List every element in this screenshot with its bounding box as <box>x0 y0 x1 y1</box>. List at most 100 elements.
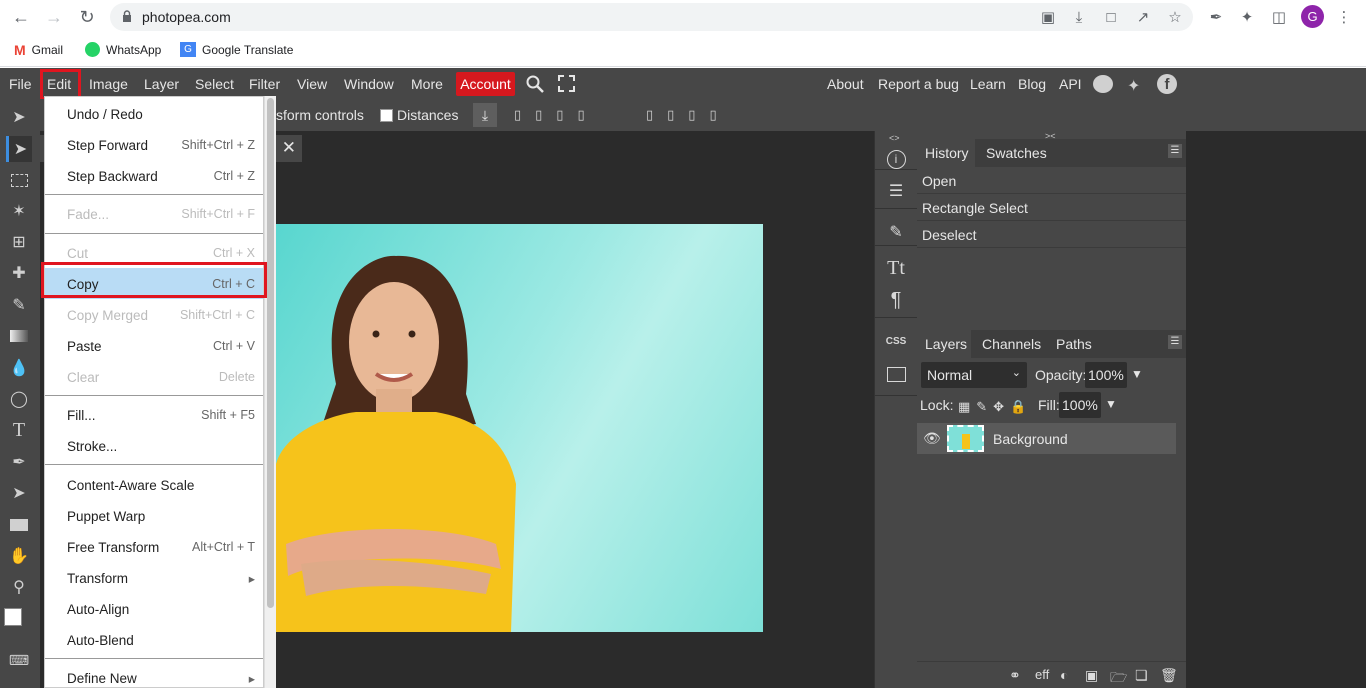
link-learn[interactable]: Learn <box>970 76 1006 92</box>
link-report-bug[interactable]: Report a bug <box>878 76 959 92</box>
brush-settings-icon[interactable]: ✎ <box>879 217 913 247</box>
distances-checkbox[interactable] <box>380 109 393 122</box>
menu-item-content-aware-scale[interactable]: Content-Aware Scale <box>45 469 263 500</box>
menu-item-step-backward[interactable]: Step Backward Ctrl + Z <box>45 160 263 191</box>
pen-tool-icon[interactable]: ✒ <box>6 449 32 475</box>
link-about[interactable]: About <box>827 76 864 92</box>
menu-item-stroke[interactable]: Stroke... <box>45 430 263 461</box>
paragraph-icon[interactable]: ¶ <box>879 285 913 315</box>
effects-icon[interactable]: eff <box>1035 667 1049 682</box>
history-entry[interactable]: Open <box>917 167 1186 194</box>
menu-item-auto-blend[interactable]: Auto-Blend <box>45 624 263 655</box>
menu-select[interactable]: Select <box>195 76 234 92</box>
tab-paths[interactable]: Paths <box>1056 336 1092 352</box>
fill-dropdown-icon[interactable]: ▼ <box>1105 397 1117 411</box>
menu-item-free-transform[interactable]: Free Transform Alt+Ctrl + T <box>45 531 263 562</box>
lock-icons-group[interactable]: ▦✎✥🔒 <box>958 399 1032 415</box>
share-icon[interactable]: ↗ <box>1133 7 1153 27</box>
shape-tool-icon[interactable] <box>6 512 32 538</box>
menu-item-transform[interactable]: Transform ▸ <box>45 562 263 593</box>
hand-tool-icon[interactable]: ✋ <box>6 543 32 569</box>
download-align-icon[interactable]: ⤓ <box>473 103 497 127</box>
menu-item-undo-redo[interactable]: Undo / Redo <box>45 98 263 129</box>
blur-tool-icon[interactable]: 💧 <box>6 355 32 381</box>
menu-item-puppet-warp[interactable]: Puppet Warp <box>45 500 263 531</box>
history-entry[interactable]: Rectangle Select <box>917 194 1186 221</box>
bookmark-gmail[interactable]: M Gmail <box>14 42 63 58</box>
history-entry[interactable]: Deselect <box>917 221 1186 248</box>
page-icon[interactable]: □ <box>1101 7 1121 27</box>
back-icon[interactable]: ← <box>10 6 32 28</box>
twitter-icon[interactable]: ✦ <box>1127 76 1140 96</box>
opacity-input[interactable]: 100% <box>1085 362 1127 388</box>
tab-layers[interactable]: Layers <box>925 336 967 352</box>
menu-window[interactable]: Window <box>344 76 394 92</box>
select-tool-icon[interactable]: ➤ <box>6 136 32 162</box>
link-api[interactable]: API <box>1059 76 1082 92</box>
eyedropper-ext-icon[interactable]: ✒ <box>1206 7 1226 27</box>
bookmark-whatsapp[interactable]: WhatsApp <box>85 42 161 57</box>
menu-scrollbar[interactable] <box>264 96 276 688</box>
bookmark-translate[interactable]: G Google Translate <box>180 42 293 57</box>
magic-wand-icon[interactable]: ✶ <box>6 198 32 224</box>
account-button[interactable]: Account <box>456 72 515 96</box>
link-layers-icon[interactable]: ⚭ <box>1009 667 1021 684</box>
blend-mode-select[interactable]: Normal ⌄ <box>921 362 1027 388</box>
menu-image[interactable]: Image <box>89 76 128 92</box>
menu-item-paste[interactable]: Paste Ctrl + V <box>45 330 263 361</box>
fullscreen-icon[interactable] <box>558 75 575 92</box>
image-icon[interactable] <box>879 359 913 389</box>
chrome-menu-icon[interactable]: ⋮ <box>1334 7 1354 27</box>
menu-file[interactable]: File <box>9 76 32 92</box>
menu-item-auto-align[interactable]: Auto-Align <box>45 593 263 624</box>
css-icon[interactable]: CSS <box>879 326 913 356</box>
extensions-icon[interactable]: ✦ <box>1237 7 1257 27</box>
tab-history[interactable]: History <box>925 145 969 161</box>
move-tool-icon[interactable]: ➤ <box>6 104 32 130</box>
foreground-color-swatch[interactable] <box>4 608 22 626</box>
adjustment-layer-icon[interactable]: ◐ <box>1060 667 1068 683</box>
menu-more[interactable]: More <box>411 76 443 92</box>
bookmark-star-icon[interactable]: ☆ <box>1165 7 1185 27</box>
marquee-tool-icon[interactable] <box>6 167 32 193</box>
healing-tool-icon[interactable]: ✚ <box>6 260 32 286</box>
new-layer-icon[interactable]: ❏ <box>1135 667 1148 684</box>
layer-name[interactable]: Background <box>993 431 1068 447</box>
tab-channels[interactable]: Channels <box>982 336 1041 352</box>
brush-tool-icon[interactable]: ✎ <box>6 292 32 318</box>
link-blog[interactable]: Blog <box>1018 76 1046 92</box>
menu-view[interactable]: View <box>297 76 327 92</box>
folder-icon[interactable]: 🗁 <box>1110 667 1127 691</box>
menu-filter[interactable]: Filter <box>249 76 280 92</box>
close-tab-icon[interactable]: ✕ <box>282 138 296 158</box>
opacity-dropdown-icon[interactable]: ▼ <box>1131 367 1143 381</box>
align-icons-group[interactable]: ▯▯▯▯ <box>514 107 599 123</box>
text-tool-icon[interactable]: T <box>6 417 32 443</box>
eye-visibility-icon[interactable]: 👁 <box>923 430 941 447</box>
screenshot-icon[interactable]: ▣ <box>1038 7 1058 27</box>
dodge-tool-icon[interactable]: ◯ <box>6 386 32 412</box>
search-icon[interactable] <box>526 75 544 93</box>
crop-tool-icon[interactable]: ⊞ <box>6 229 32 255</box>
document-image[interactable] <box>276 224 763 632</box>
reddit-icon[interactable] <box>1093 75 1113 93</box>
gradient-tool-icon[interactable] <box>6 323 32 349</box>
menu-item-define-new[interactable]: Define New ▸ <box>45 662 263 687</box>
menu-item-step-forward[interactable]: Step Forward Shift+Ctrl + Z <box>45 129 263 160</box>
layers-menu-icon[interactable]: ☰ <box>1168 335 1182 349</box>
layer-row[interactable]: 👁 Background <box>917 423 1176 454</box>
menu-layer[interactable]: Layer <box>144 76 179 92</box>
distribute-icons-group[interactable]: ▯▯▯▯ <box>646 107 731 123</box>
facebook-icon[interactable]: f <box>1157 74 1177 94</box>
character-icon[interactable]: Tt <box>879 253 913 283</box>
collapse-arrows-icon[interactable]: <> <box>889 133 900 143</box>
scrollbar-thumb[interactable] <box>267 98 274 608</box>
delete-layer-icon[interactable]: 🗑 <box>1160 667 1178 684</box>
fill-input[interactable]: 100% <box>1059 392 1101 418</box>
transform-controls-label[interactable]: sform controls <box>276 107 364 123</box>
adjustments-icon[interactable]: ☰ <box>879 176 913 206</box>
download-icon[interactable]: ⤓ <box>1069 7 1089 27</box>
mask-icon[interactable]: ▣ <box>1085 667 1098 684</box>
reload-icon[interactable]: ↻ <box>76 6 98 28</box>
profile-avatar[interactable]: G <box>1301 5 1324 28</box>
